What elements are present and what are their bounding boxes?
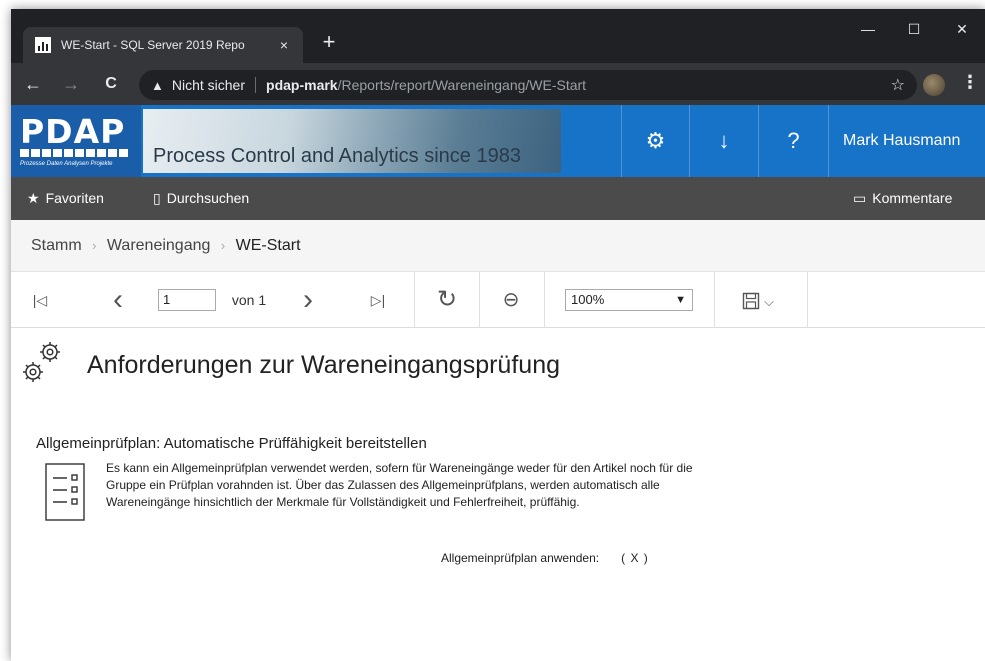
first-page-icon[interactable]: |◁ bbox=[25, 272, 55, 328]
browse-label: Durchsuchen bbox=[166, 190, 250, 206]
bookmark-star-icon[interactable]: ☆ bbox=[891, 75, 905, 95]
banner-text: Process Control and Analytics since 1983 bbox=[153, 145, 521, 167]
logo-tagline: Prozesse Daten Analysen Projekte bbox=[20, 161, 113, 167]
chevron-down-icon: ▼ bbox=[675, 294, 686, 306]
toolbar-divider bbox=[414, 272, 415, 328]
comments-label: Kommentare bbox=[872, 190, 953, 206]
omnibox-divider bbox=[255, 77, 257, 93]
back-icon[interactable]: ← bbox=[21, 72, 45, 96]
back-to-parent-icon[interactable]: ⊖ bbox=[489, 272, 533, 328]
breadcrumb-item-stamm[interactable]: Stamm bbox=[31, 237, 82, 254]
report-title: Anforderungen zur Wareneingangsprüfung bbox=[87, 351, 560, 379]
app-header: PDAP Prozesse Daten Analysen Projekte Pr… bbox=[11, 105, 985, 177]
comments-button[interactable]: ▭ Kommentare bbox=[853, 177, 952, 220]
section-title: Allgemeinprüfplan: Automatische Prüffähi… bbox=[36, 435, 427, 452]
save-icon bbox=[742, 293, 760, 310]
apply-value: ( X ) bbox=[621, 551, 649, 565]
security-label[interactable]: Nicht sicher bbox=[172, 77, 245, 93]
gears-icon bbox=[23, 342, 60, 382]
browser-tab[interactable]: WE-Start - SQL Server 2019 Repo × bbox=[23, 27, 303, 63]
description-paragraph: Es kann ein Allgemeinprüfplan verwendet … bbox=[106, 461, 693, 509]
breadcrumb-separator: › bbox=[92, 238, 97, 253]
report-toolbar: |◁ ‹ 1 von 1 › ▷| ↻ ⊖ 100% ▼ ⌵ bbox=[11, 272, 985, 328]
toolbar-divider bbox=[807, 272, 808, 328]
close-tab-icon[interactable]: × bbox=[275, 37, 293, 53]
warning-icon: ▲ bbox=[151, 77, 164, 93]
menu-bar: ★ Favoriten ▯ Durchsuchen ▭ Kommentare bbox=[11, 177, 985, 220]
header-banner: Process Control and Analytics since 1983 bbox=[143, 109, 561, 173]
page-number-input[interactable]: 1 bbox=[158, 289, 216, 311]
tab-strip: WE-Start - SQL Server 2019 Repo × + — ☐ … bbox=[11, 9, 985, 63]
user-menu[interactable]: Mark Hausmann bbox=[828, 105, 985, 177]
last-page-icon[interactable]: ▷| bbox=[363, 272, 393, 328]
breadcrumb-item-current: WE-Start bbox=[235, 237, 301, 254]
toolbar-divider bbox=[714, 272, 715, 328]
logo-strip bbox=[20, 149, 128, 157]
toolbar-divider bbox=[479, 272, 480, 328]
checklist-document-icon bbox=[45, 463, 85, 521]
address-bar[interactable]: ▲ Nicht sicher pdap-mark /Reports/report… bbox=[139, 70, 917, 100]
previous-page-icon[interactable]: ‹ bbox=[103, 272, 133, 328]
forward-icon[interactable]: → bbox=[59, 72, 83, 96]
url-host: pdap-mark bbox=[266, 77, 338, 93]
tab-title: WE-Start - SQL Server 2019 Repo bbox=[61, 38, 245, 52]
browse-icon: ▯ bbox=[153, 190, 161, 206]
profile-avatar[interactable] bbox=[923, 74, 945, 96]
apply-row: Allgemeinprüfplan anwenden: ( X ) bbox=[441, 551, 649, 565]
refresh-icon[interactable]: ↻ bbox=[425, 272, 469, 328]
browser-window: WE-Start - SQL Server 2019 Repo × + — ☐ … bbox=[11, 9, 985, 661]
comment-icon: ▭ bbox=[853, 190, 867, 206]
apply-label: Allgemeinprüfplan anwenden: bbox=[441, 551, 600, 565]
browse-button[interactable]: ▯ Durchsuchen bbox=[153, 177, 249, 220]
download-icon[interactable]: ↓ bbox=[689, 105, 758, 177]
breadcrumb: Stamm › Wareneingang › WE-Start bbox=[11, 220, 985, 272]
favorites-label: Favoriten bbox=[45, 190, 104, 206]
url-path: /Reports/report/Wareneingang/WE-Start bbox=[337, 77, 587, 93]
next-page-icon[interactable]: › bbox=[293, 272, 323, 328]
minimize-icon[interactable]: — bbox=[845, 15, 891, 43]
breadcrumb-separator: › bbox=[220, 238, 226, 253]
zoom-select[interactable]: 100% ▼ bbox=[565, 289, 693, 311]
page-count-label: von 1 bbox=[231, 292, 267, 308]
help-icon[interactable]: ? bbox=[758, 105, 828, 177]
breadcrumb-item-wareneingang[interactable]: Wareneingang bbox=[107, 237, 210, 254]
browser-toolbar: ← → C ▲ Nicht sicher pdap-mark /Reports/… bbox=[11, 63, 985, 105]
maximize-icon[interactable]: ☐ bbox=[891, 15, 937, 43]
logo-text: PDAP bbox=[20, 112, 126, 151]
zoom-value: 100% bbox=[571, 292, 605, 307]
toolbar-divider bbox=[544, 272, 545, 328]
favorites-button[interactable]: ★ Favoriten bbox=[27, 177, 104, 220]
reload-icon[interactable]: C bbox=[99, 72, 123, 96]
save-chevron-icon: ⌵ bbox=[764, 294, 774, 309]
export-save-button[interactable]: ⌵ bbox=[733, 272, 783, 328]
browser-menu-icon[interactable]: ⋮ bbox=[961, 72, 979, 93]
close-window-icon[interactable]: ✕ bbox=[939, 15, 985, 43]
settings-gear-icon[interactable]: ⚙ bbox=[621, 105, 689, 177]
pdap-logo[interactable]: PDAP Prozesse Daten Analysen Projekte bbox=[11, 105, 141, 177]
new-tab-button[interactable]: + bbox=[317, 31, 341, 53]
star-icon: ★ bbox=[27, 190, 40, 206]
report-body: Anforderungen zur Wareneingangsprüfung A… bbox=[11, 329, 985, 661]
report-favicon-icon bbox=[35, 37, 51, 53]
